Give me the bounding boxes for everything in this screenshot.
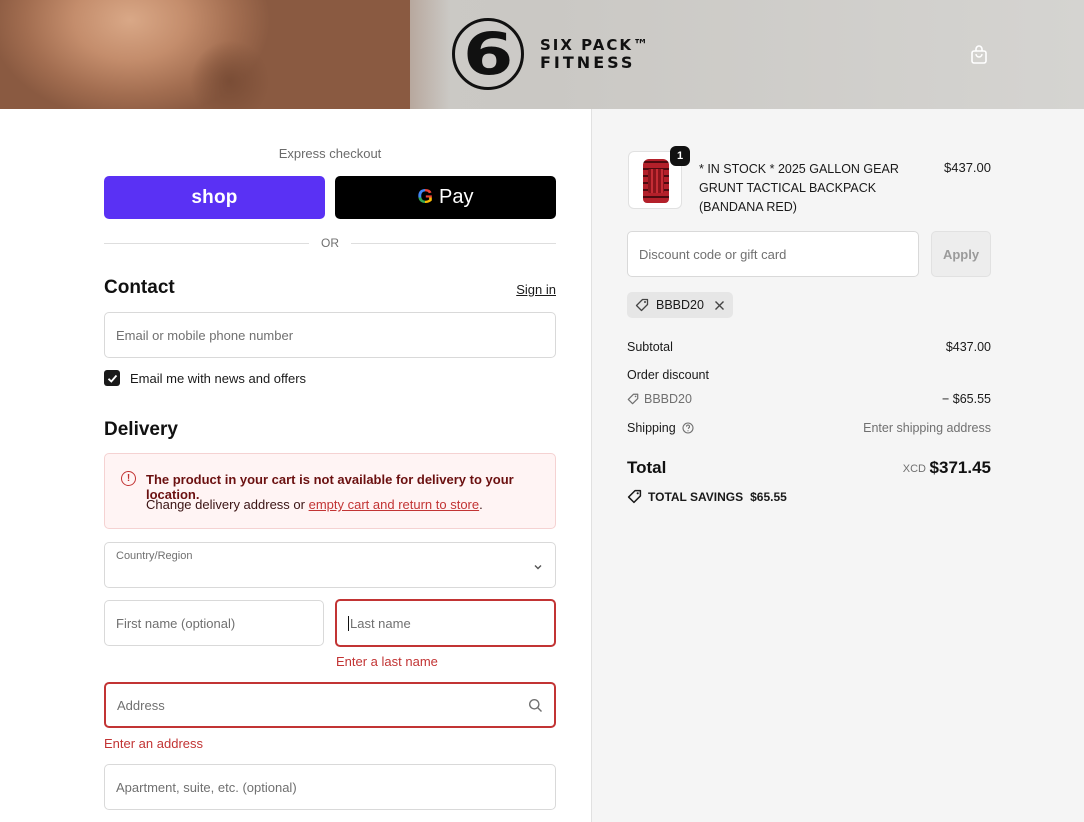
header-banner: 6 SIX PACK™ FITNESS xyxy=(0,0,1084,109)
brand-logo[interactable]: 6 SIX PACK™ FITNESS xyxy=(452,18,650,90)
or-divider: OR xyxy=(104,236,556,250)
google-pay-label: Pay xyxy=(439,186,474,208)
error-icon: ! xyxy=(121,471,136,486)
checkmark-icon xyxy=(107,374,117,383)
country-label: Country/Region xyxy=(116,550,193,562)
address-field[interactable]: Address xyxy=(104,682,556,728)
email-field[interactable]: Email or mobile phone number xyxy=(104,312,556,358)
search-icon[interactable] xyxy=(528,698,543,713)
text-caret xyxy=(348,615,349,631)
brand-line-1: SIX PACK™ xyxy=(540,36,651,54)
first-name-placeholder: First name (optional) xyxy=(116,615,236,631)
quantity-badge: 1 xyxy=(670,146,690,166)
apply-discount-button[interactable]: Apply xyxy=(931,231,991,277)
address-error: Enter an address xyxy=(104,736,204,751)
shopping-bag-icon xyxy=(971,45,987,64)
subtotal-value: $437.00 xyxy=(945,340,991,354)
total-value: $371.45 xyxy=(929,458,991,477)
google-g-icon: G xyxy=(417,186,434,208)
alert-body: Change delivery address or empty cart an… xyxy=(146,497,483,512)
brand-line-2: FITNESS xyxy=(540,53,636,72)
discount-placeholder: Discount code or gift card xyxy=(639,246,787,262)
discount-code-label: BBBD20 xyxy=(644,392,692,406)
product-name: * IN STOCK * 2025 GALLON GEAR GRUNT TACT… xyxy=(699,162,899,214)
savings-label: TOTAL SAVINGS xyxy=(648,489,744,504)
order-discount-label: Order discount xyxy=(627,368,709,382)
shop-pay-label: shop xyxy=(191,186,238,208)
total-label: Total xyxy=(627,458,667,477)
newsletter-checkbox[interactable] xyxy=(104,370,120,386)
first-name-field[interactable]: First name (optional) xyxy=(104,600,324,646)
hero-image-shadow xyxy=(190,40,270,109)
close-icon[interactable] xyxy=(714,300,725,311)
tag-icon xyxy=(635,298,649,312)
currency-code: XCD xyxy=(902,463,926,475)
discount-code-input[interactable]: Discount code or gift card xyxy=(627,231,919,277)
savings-value: $65.55 xyxy=(750,489,787,504)
product-price: $437.00 xyxy=(944,160,991,175)
order-summary-column: 1 * IN STOCK * 2025 GALLON GEAR GRUNT TA… xyxy=(591,109,1084,822)
help-icon[interactable] xyxy=(682,422,694,434)
last-name-field[interactable]: Last name xyxy=(335,599,556,647)
delivery-heading: Delivery xyxy=(104,419,178,440)
tag-icon xyxy=(627,393,639,405)
sign-in-link[interactable]: Sign in xyxy=(480,282,556,297)
backpack-image xyxy=(643,159,669,203)
apartment-field[interactable]: Apartment, suite, etc. (optional) xyxy=(104,764,556,810)
express-checkout-label: Express checkout xyxy=(278,146,382,161)
newsletter-label: Email me with news and offers xyxy=(130,370,307,386)
last-name-error: Enter a last name xyxy=(336,654,438,669)
logo-text: SIX PACK™ FITNESS xyxy=(540,36,650,72)
applied-discount-chip: BBBD20 xyxy=(627,292,733,318)
delivery-unavailable-alert: ! The product in your cart is not availa… xyxy=(104,453,556,529)
subtotal-label: Subtotal xyxy=(627,340,673,354)
savings-tag-icon xyxy=(627,489,642,504)
country-select[interactable]: Country/Region xyxy=(104,542,556,588)
chevron-down-icon xyxy=(534,565,542,570)
last-name-placeholder: Last name xyxy=(350,615,411,631)
empty-cart-link[interactable]: empty cart and return to store xyxy=(309,497,480,512)
contact-heading: Contact xyxy=(104,277,175,298)
logo-mark: 6 xyxy=(452,18,524,90)
total-savings: TOTAL SAVINGS $65.55 xyxy=(627,489,787,504)
applied-code: BBBD20 xyxy=(656,298,704,312)
shipping-label: Shipping xyxy=(627,421,676,435)
checkout-form-column: Express checkout shop G Pay OR Contact S… xyxy=(0,109,591,822)
cart-button[interactable] xyxy=(968,44,990,66)
discount-value: − $65.55 xyxy=(941,392,991,406)
newsletter-option[interactable]: Email me with news and offers xyxy=(104,370,306,386)
email-placeholder: Email or mobile phone number xyxy=(116,327,294,343)
address-placeholder: Address xyxy=(117,697,165,713)
google-pay-button[interactable]: G Pay xyxy=(335,176,556,219)
apartment-placeholder: Apartment, suite, etc. (optional) xyxy=(116,779,297,795)
shop-pay-button[interactable]: shop xyxy=(104,176,325,219)
shipping-value: Enter shipping address xyxy=(863,421,991,435)
